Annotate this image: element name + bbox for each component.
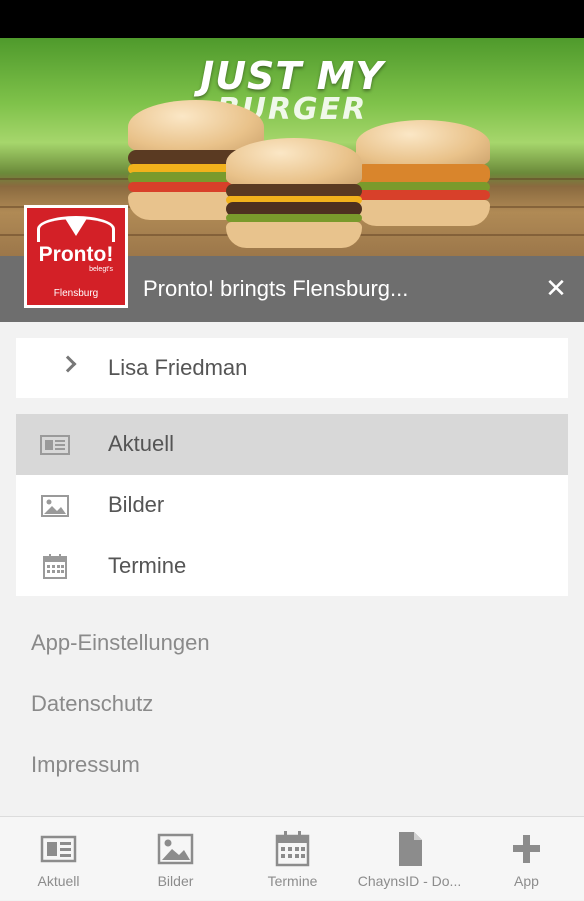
bottom-nav-aktuell[interactable]: Aktuell: [0, 817, 117, 901]
image-icon: [41, 495, 69, 517]
image-icon: [157, 833, 194, 865]
menu-item-label: Aktuell: [108, 431, 175, 456]
close-icon[interactable]: ✕: [540, 273, 572, 305]
bottom-nav-label: Bilder: [157, 873, 194, 889]
menu-item-label: Bilder: [108, 492, 165, 517]
bottom-nav-app[interactable]: App: [468, 817, 584, 901]
pronto-logo: Pronto! belegt's Flensburg: [24, 205, 128, 308]
status-bar: [0, 0, 584, 38]
bottom-nav-bilder[interactable]: Bilder: [117, 817, 234, 901]
bottom-nav-chaynsid[interactable]: ChaynsID - Do...: [351, 817, 468, 901]
newspaper-icon: [40, 835, 77, 863]
link-app-einstellungen[interactable]: App-Einstellungen: [31, 630, 210, 656]
logo-city: Flensburg: [53, 288, 99, 299]
banner-headline-line2: BURGER: [216, 92, 368, 127]
link-impressum[interactable]: Impressum: [31, 752, 140, 778]
document-icon: [399, 832, 422, 866]
plus-icon: [513, 835, 540, 863]
chevron-right-icon: [59, 355, 77, 373]
bottom-nav-label: ChaynsID - Do...: [357, 873, 462, 889]
menu-item-aktuell[interactable]: Aktuell: [16, 414, 568, 475]
calendar-icon: [43, 554, 67, 579]
navigation-menu: Aktuell Bilder Termine: [16, 414, 568, 596]
bottom-nav-label: Termine: [267, 873, 318, 889]
menu-item-termine[interactable]: Termine: [16, 536, 568, 597]
logo-name: Pronto!: [38, 243, 114, 266]
bottom-nav-label: Aktuell: [37, 873, 80, 889]
calendar-icon: [275, 831, 310, 867]
bottom-nav-termine[interactable]: Termine: [234, 817, 351, 901]
menu-item-label: Termine: [108, 553, 187, 578]
link-datenschutz[interactable]: Datenschutz: [31, 691, 153, 717]
burger-illustration-center: [226, 138, 362, 252]
bottom-navigation-bar: Aktuell Bilder Termine ChaynsID - Do...: [0, 816, 584, 900]
newspaper-icon: [40, 435, 70, 455]
banner-headline: JUST MY BURGER: [0, 54, 584, 127]
user-name: Lisa Friedman: [108, 355, 248, 380]
user-account-row[interactable]: Lisa Friedman: [16, 338, 568, 398]
menu-item-bilder[interactable]: Bilder: [16, 475, 568, 536]
bottom-nav-label: App: [514, 873, 539, 889]
app-title: Pronto! bringts Flensburg...: [143, 276, 409, 301]
logo-tagline: belegt's: [89, 266, 113, 273]
burger-illustration-right: [356, 120, 490, 230]
